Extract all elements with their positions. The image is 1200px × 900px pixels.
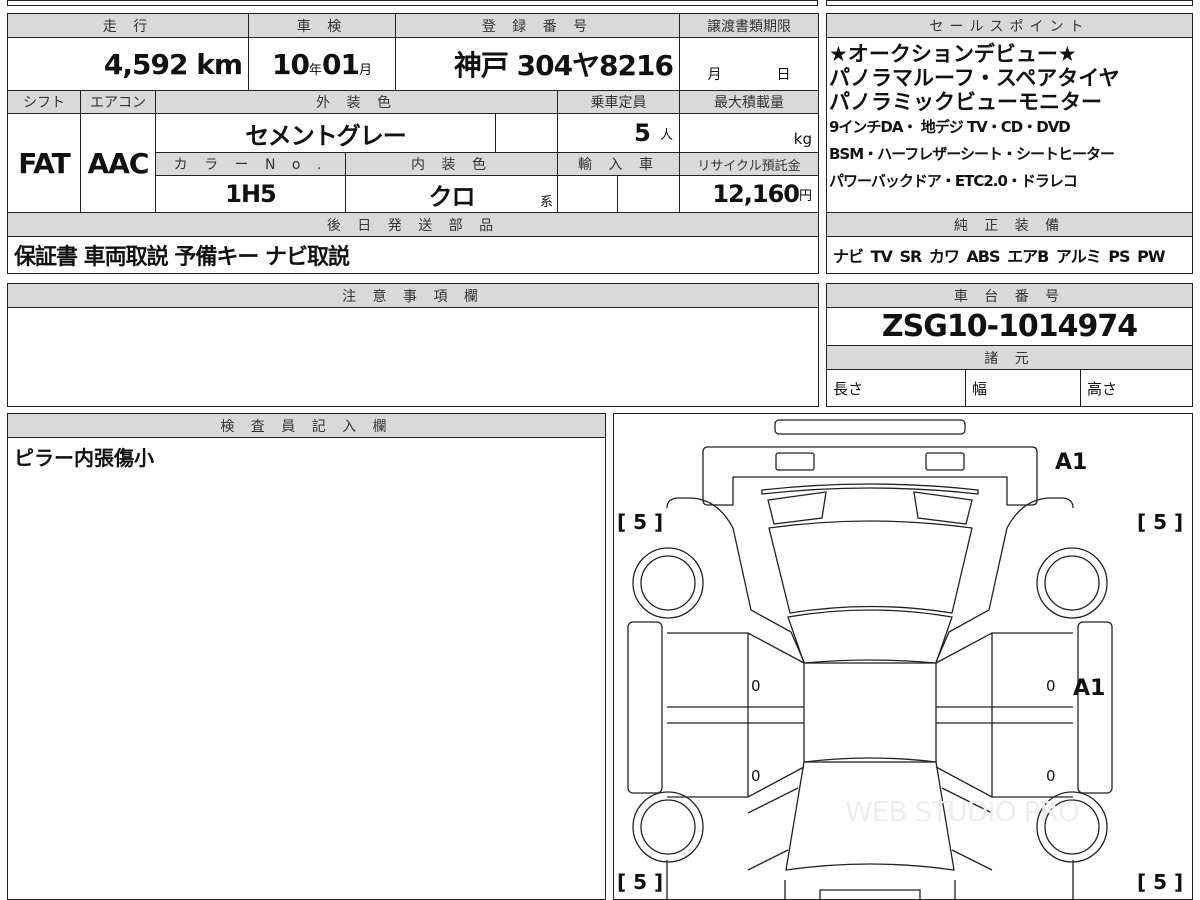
roof-rear bbox=[787, 609, 953, 664]
damage-mark-side: A1 bbox=[1073, 676, 1106, 701]
side-skirt-left bbox=[627, 621, 663, 794]
watermark: WEB STUDIO PRO bbox=[845, 795, 1080, 828]
tire-rating-fl: [ 5 ] bbox=[617, 870, 664, 894]
tail-lights bbox=[761, 483, 979, 525]
roof bbox=[803, 662, 937, 763]
tire-rating-rr: [ 5 ] bbox=[1137, 510, 1184, 534]
damage-mark-rear: A1 bbox=[1055, 450, 1088, 475]
rear-bumper bbox=[702, 446, 1038, 506]
side-skirt-right bbox=[1077, 621, 1113, 794]
rear-window bbox=[768, 520, 973, 614]
doors bbox=[667, 632, 1073, 798]
rear-light-left bbox=[775, 452, 815, 471]
tire-rating-rl: [ 5 ] bbox=[617, 510, 664, 534]
rear-bumper-bar bbox=[774, 419, 966, 435]
door-mark: 0 bbox=[1046, 677, 1056, 695]
door-mark: 0 bbox=[751, 767, 761, 785]
car-diagram bbox=[627, 419, 1113, 900]
door-mark: 0 bbox=[751, 677, 761, 695]
door-mark: 0 bbox=[1046, 767, 1056, 785]
rear-quarter bbox=[666, 497, 1074, 663]
tire-rating-fr: [ 5 ] bbox=[1137, 870, 1184, 894]
rear-light-right bbox=[925, 452, 965, 471]
